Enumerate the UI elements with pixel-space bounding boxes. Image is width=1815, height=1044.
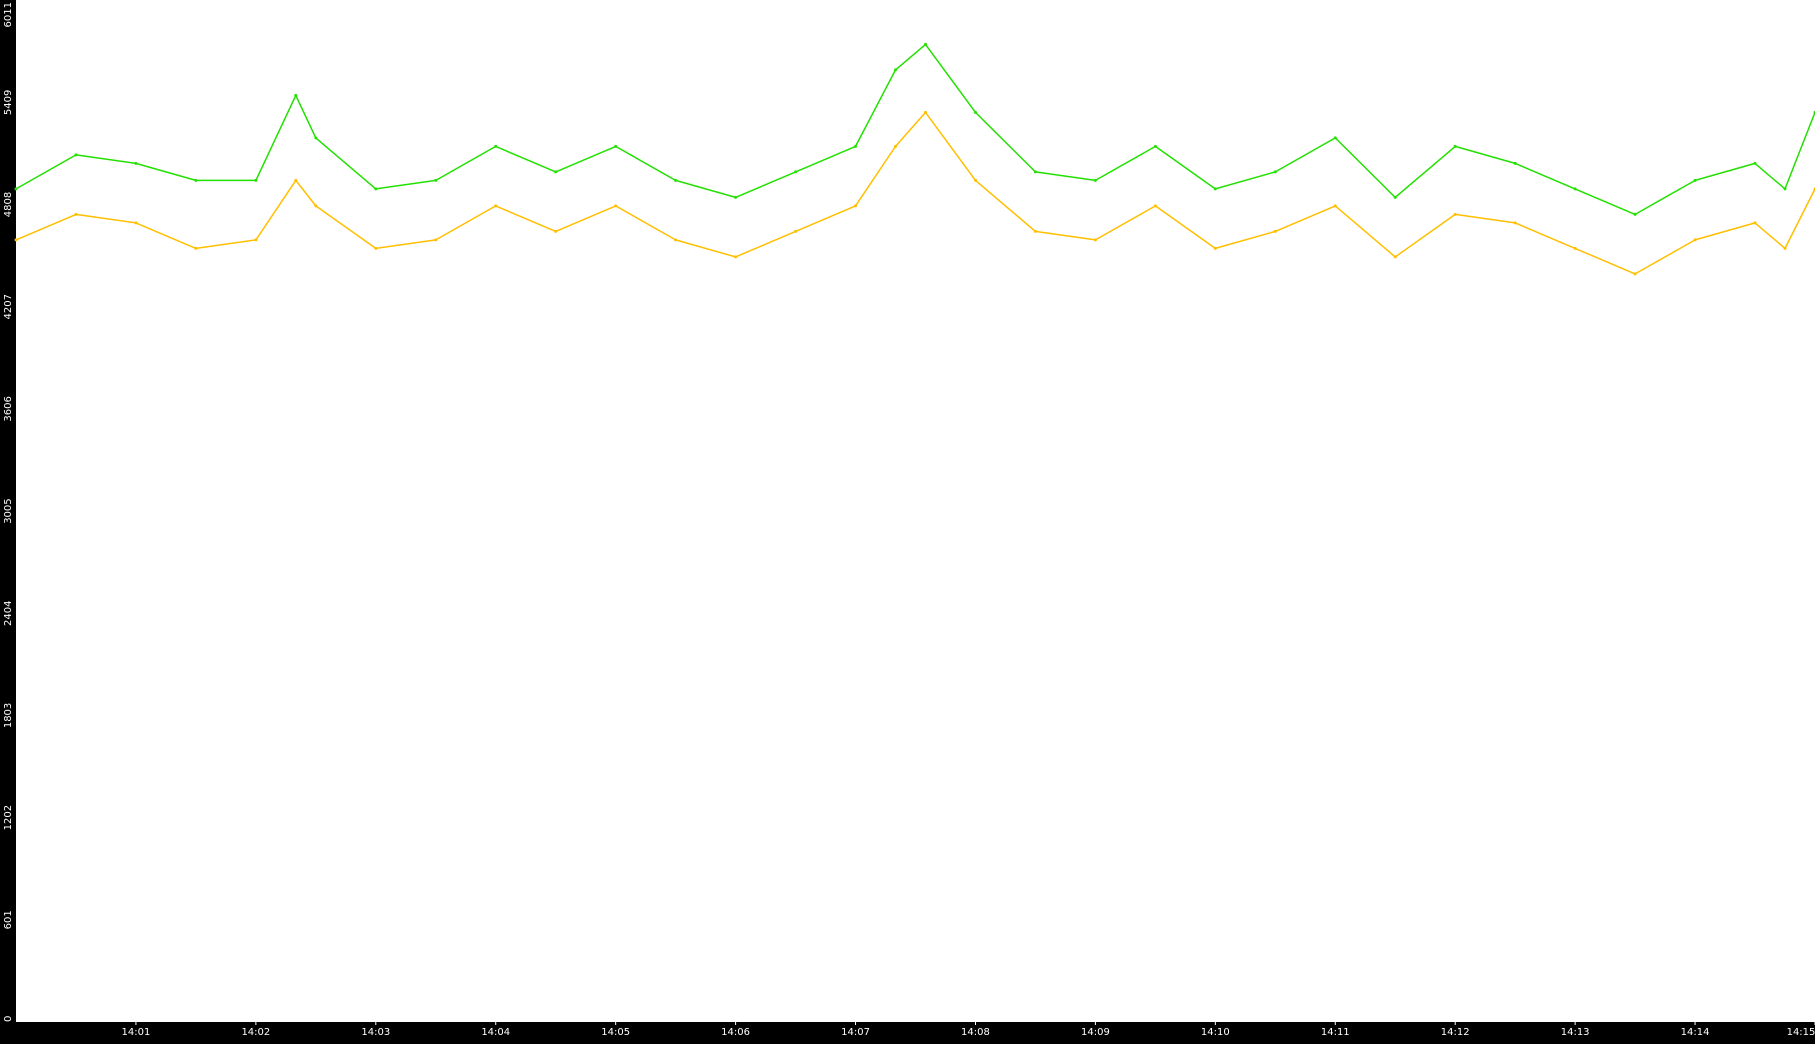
- x-axis: 14:01 14:02 14:03 14:04 14:05 14:06 14:07 14:08…: [122, 1022, 1815, 1038]
- y-tick-label: 1202: [3, 805, 14, 830]
- series-1-point: [1784, 187, 1787, 190]
- series-2-point: [254, 238, 257, 241]
- y-tick-label: 2404: [3, 601, 14, 626]
- series-1-point: [1274, 170, 1277, 173]
- series-2-point: [1754, 221, 1757, 224]
- series-1-point: [674, 179, 677, 182]
- x-tick-label: 14:06: [721, 1027, 750, 1038]
- x-tick-label: 14:05: [601, 1027, 630, 1038]
- series-1-point: [614, 145, 617, 148]
- series-1-point: [1514, 162, 1517, 165]
- series-2-point: [974, 179, 977, 182]
- x-tick-label: 14:08: [961, 1027, 990, 1038]
- series-1-point: [494, 145, 497, 148]
- series-2-point: [434, 238, 437, 241]
- series-2-point: [794, 230, 797, 233]
- x-tick-label: 14:10: [1201, 1027, 1230, 1038]
- series-1-point: [134, 162, 137, 165]
- series-1-point: [194, 179, 197, 182]
- series-2-point: [734, 255, 737, 258]
- series-2-point: [924, 111, 927, 114]
- y-tick-label: 4808: [3, 192, 14, 217]
- y-tick-label: 5409: [3, 90, 14, 115]
- series-1-point: [1034, 170, 1037, 173]
- series-2-point: [1574, 247, 1577, 250]
- series-2-point: [75, 213, 78, 216]
- series-2-point: [554, 230, 557, 233]
- x-tick-label: 14:15: [1787, 1027, 1815, 1038]
- series-2-point: [1454, 213, 1457, 216]
- series-1-point: [794, 170, 797, 173]
- series-2-point: [614, 204, 617, 207]
- series-1-point: [1694, 179, 1697, 182]
- chart: 0 601 1202 1803 2404 3005 3606 4207 4808 5409 6011…: [0, 0, 1815, 1039]
- series-2-point: [1034, 230, 1037, 233]
- series-1-point: [1094, 179, 1097, 182]
- series-1-point: [1454, 145, 1457, 148]
- x-tick-label: 14:14: [1681, 1027, 1710, 1038]
- series-2-point: [294, 179, 297, 182]
- x-tick-label: 14:02: [241, 1027, 270, 1038]
- series-1-point: [294, 94, 297, 97]
- x-tick-label: 14:07: [841, 1027, 870, 1038]
- series-1-point: [924, 43, 927, 46]
- series-1-point: [1634, 213, 1637, 216]
- y-tick-label: 4207: [3, 294, 14, 319]
- series-2-point: [894, 145, 897, 148]
- series-1-point: [894, 68, 897, 71]
- x-tick-label: 14:04: [481, 1027, 510, 1038]
- series-2-point: [854, 204, 857, 207]
- x-tick-label: 14:01: [122, 1027, 151, 1038]
- series-1-point: [854, 145, 857, 148]
- series-2-point: [1274, 230, 1277, 233]
- series-1-point: [434, 179, 437, 182]
- series-1-point: [314, 136, 317, 139]
- series-2-point: [1094, 238, 1097, 241]
- series-2-point: [1634, 272, 1637, 275]
- series-2-point: [134, 221, 137, 224]
- series-2-point: [194, 247, 197, 250]
- series-1-point: [75, 153, 78, 156]
- series-2-point: [1334, 204, 1337, 207]
- series-2-point: [1394, 255, 1397, 258]
- x-tick-label: 14:03: [361, 1027, 390, 1038]
- y-tick-label: 3005: [3, 498, 14, 523]
- series-1-point: [1574, 187, 1577, 190]
- series-2-point: [1514, 221, 1517, 224]
- series-1-point: [1214, 187, 1217, 190]
- series-1-point: [1334, 136, 1337, 139]
- x-tick-label: 14:09: [1081, 1027, 1110, 1038]
- y-axis: 0 601 1202 1803 2404 3005 3606 4207 4808 5409 6011: [3, 2, 14, 1022]
- series-2-point: [1784, 247, 1787, 250]
- series-2-point: [1214, 247, 1217, 250]
- series-2-point: [314, 204, 317, 207]
- y-tick-label: 3606: [3, 396, 14, 421]
- x-tick-label: 14:13: [1561, 1027, 1590, 1038]
- series-1-point: [1394, 196, 1397, 199]
- series-2-point: [374, 247, 377, 250]
- series-1-point: [1154, 145, 1157, 148]
- series-2-point: [1694, 238, 1697, 241]
- y-tick-label: 0: [3, 1016, 14, 1022]
- plot-area: [16, 0, 1815, 1022]
- series-1-point: [1754, 162, 1757, 165]
- series-2-point: [15, 238, 18, 241]
- series-1-point: [254, 179, 257, 182]
- x-tick-label: 14:11: [1321, 1027, 1350, 1038]
- series-2-point: [494, 204, 497, 207]
- line-chart: 0 601 1202 1803 2404 3005 3606 4207 4808 5409 6011…: [0, 0, 1815, 1039]
- series-1-point: [974, 111, 977, 114]
- y-tick-label: 601: [3, 910, 14, 929]
- y-tick-label: 1803: [3, 703, 14, 728]
- series-2-point: [1154, 204, 1157, 207]
- y-tick-label: 6011: [3, 2, 14, 27]
- series-2-point: [674, 238, 677, 241]
- x-tick-label: 14:12: [1441, 1027, 1470, 1038]
- series-1-point: [15, 187, 18, 190]
- series-1-point: [554, 170, 557, 173]
- series-1-point: [734, 196, 737, 199]
- series-1-point: [374, 187, 377, 190]
